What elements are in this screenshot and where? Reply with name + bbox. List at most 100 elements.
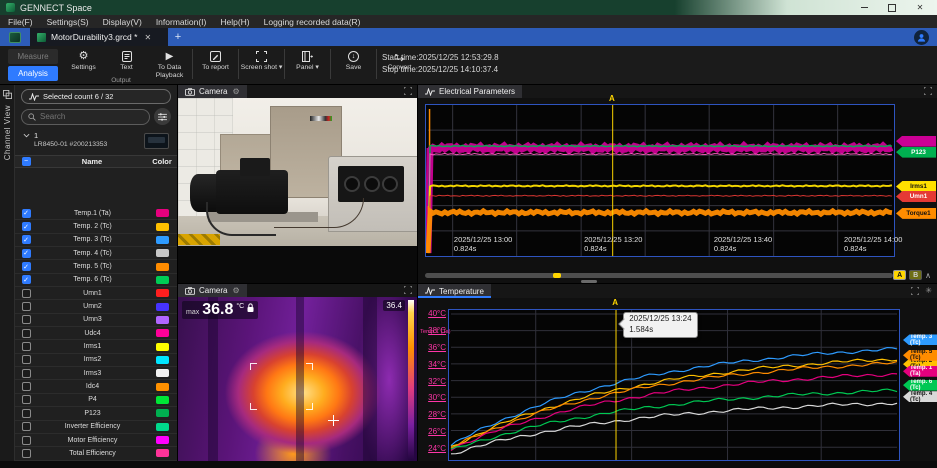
- channel-checkbox[interactable]: ✓: [22, 222, 31, 231]
- channel-color-swatch[interactable]: [156, 289, 169, 297]
- channel-checkbox[interactable]: [22, 422, 31, 431]
- camera-tab[interactable]: Camera ⚙: [178, 85, 247, 98]
- channel-row[interactable]: ✓Temp. 5 (Tc): [15, 260, 177, 273]
- channel-checkbox[interactable]: [22, 302, 31, 311]
- channel-color-swatch[interactable]: [156, 276, 169, 284]
- temperature-tab[interactable]: Temperature: [418, 284, 491, 298]
- channel-row[interactable]: P4: [15, 394, 177, 407]
- channel-color-swatch[interactable]: [156, 436, 169, 444]
- toolbar-button-to-data-playback[interactable]: ▶To Data Playback: [148, 47, 191, 81]
- series-tag-temp-6-tc-[interactable]: Temp. 6 (Tc): [903, 380, 937, 391]
- channel-row[interactable]: Irms3: [15, 367, 177, 380]
- series-tag-P123[interactable]: P123: [896, 147, 936, 158]
- channel-checkbox[interactable]: ✓: [22, 235, 31, 244]
- series-tag-temp-5-tc-[interactable]: Temp. 5 (Tc): [903, 350, 937, 361]
- channel-color-swatch[interactable]: [156, 249, 169, 257]
- menu-item-3[interactable]: Information(I): [156, 17, 207, 27]
- channel-color-swatch[interactable]: [156, 343, 169, 351]
- expand-icon[interactable]: [404, 286, 412, 294]
- channel-checkbox[interactable]: [22, 382, 31, 391]
- search-box[interactable]: [21, 109, 150, 125]
- toolbar-button-text[interactable]: Text: [105, 47, 148, 81]
- channel-color-swatch[interactable]: [156, 329, 169, 337]
- cursor-a-button[interactable]: A: [893, 270, 906, 280]
- minimize-icon[interactable]: [859, 3, 869, 12]
- expand-icon[interactable]: [911, 287, 919, 295]
- channel-checkbox[interactable]: ✓: [22, 262, 31, 271]
- channel-color-swatch[interactable]: [156, 356, 169, 364]
- channel-checkbox[interactable]: [22, 315, 31, 324]
- thermal-camera-tab[interactable]: Camera ⚙: [178, 284, 247, 297]
- channel-row[interactable]: Motor Efficiency: [15, 434, 177, 447]
- channel-row[interactable]: Irms2: [15, 354, 177, 367]
- channel-color-swatch[interactable]: [156, 236, 169, 244]
- channel-checkbox[interactable]: [22, 342, 31, 351]
- menu-item-1[interactable]: Settings(S): [47, 17, 89, 27]
- channel-row[interactable]: ✓Temp. 2 (Tc): [15, 220, 177, 233]
- series-tag-temp-1-ta-[interactable]: Temp. 1 (Ta): [903, 366, 937, 377]
- series-tag-Torque1[interactable]: Torque1: [896, 208, 936, 219]
- home-tab[interactable]: [0, 28, 30, 46]
- channel-color-swatch[interactable]: [156, 369, 169, 377]
- temperature-chart[interactable]: A40°C38°C36°C34°C32°C30°C28°C26°C24°C22°…: [418, 298, 937, 462]
- expand-icon[interactable]: [924, 87, 932, 95]
- channel-checkbox[interactable]: [22, 355, 31, 364]
- channel-row[interactable]: Umn2: [15, 300, 177, 313]
- channel-row[interactable]: Inverter Efficiency: [15, 421, 177, 434]
- channel-checkbox[interactable]: ✓: [22, 209, 31, 218]
- toolbar-button-settings[interactable]: ⚙Settings: [62, 47, 105, 81]
- thermal-settings-gear-icon[interactable]: ⚙: [232, 286, 239, 295]
- menu-item-4[interactable]: Help(H): [220, 17, 249, 27]
- channel-color-swatch[interactable]: [156, 409, 169, 417]
- account-avatar[interactable]: [914, 30, 929, 45]
- channel-checkbox[interactable]: [22, 449, 31, 458]
- channel-checkbox[interactable]: [22, 289, 31, 298]
- channel-row[interactable]: ✓Temp. 3 (Tc): [15, 234, 177, 247]
- menu-item-0[interactable]: File(F): [8, 17, 33, 27]
- channel-color-swatch[interactable]: [156, 223, 169, 231]
- electrical-chart[interactable]: A2025/12/25 13:000.824s2025/12/25 13:200…: [418, 98, 937, 269]
- cursor-a-marker[interactable]: A: [612, 298, 618, 307]
- cursor-a-marker[interactable]: A: [609, 94, 615, 103]
- channel-row[interactable]: ✓Temp.1 (Ta): [15, 207, 177, 220]
- tab-close-icon[interactable]: ✕: [144, 33, 151, 42]
- menu-item-2[interactable]: Display(V): [103, 17, 142, 27]
- camera-settings-gear-icon[interactable]: ⚙: [232, 87, 239, 96]
- channel-color-swatch[interactable]: [156, 449, 169, 457]
- channel-checkbox[interactable]: ✓: [22, 249, 31, 258]
- expand-icon[interactable]: [404, 87, 412, 95]
- new-tab-button[interactable]: +: [168, 28, 188, 46]
- channel-checkbox[interactable]: [22, 369, 31, 378]
- close-icon[interactable]: ✕: [915, 3, 925, 12]
- channel-row[interactable]: P123: [15, 407, 177, 420]
- channel-checkbox[interactable]: ✓: [22, 275, 31, 284]
- selected-count-pill[interactable]: Selected count 6 / 32: [21, 89, 171, 104]
- series-tag-temp-3-tc-[interactable]: Temp. 3 (Tc): [903, 334, 937, 345]
- channel-checkbox[interactable]: [22, 329, 31, 338]
- channel-color-swatch[interactable]: [156, 383, 169, 391]
- channel-row[interactable]: Udc4: [15, 327, 177, 340]
- channel-checkbox[interactable]: [22, 395, 31, 404]
- time-scrollbar[interactable]: [425, 273, 893, 278]
- cursor-b-button[interactable]: B: [909, 270, 922, 280]
- channel-row[interactable]: Irms1: [15, 340, 177, 353]
- toolbar-button-panel-[interactable]: Panel ▾: [286, 47, 329, 81]
- series-tag-unlabeled[interactable]: [896, 136, 936, 147]
- channel-view-rail[interactable]: Channel View: [0, 85, 15, 461]
- maximize-icon[interactable]: [887, 3, 897, 12]
- measure-mode-button[interactable]: Measure: [8, 49, 58, 64]
- series-tag-Irms1[interactable]: Irms1: [896, 181, 936, 192]
- series-tag-temp-4-tc-[interactable]: Temp. 4 (Tc): [903, 391, 937, 402]
- electrical-parameters-tab[interactable]: Electrical Parameters: [418, 85, 522, 98]
- toolbar-button-save[interactable]: ↓Save: [332, 47, 375, 81]
- channel-color-swatch[interactable]: [156, 316, 169, 324]
- toolbar-button-screen-shot-[interactable]: Screen shot ▾: [240, 47, 283, 81]
- channel-row[interactable]: Idc4: [15, 380, 177, 393]
- toolbar-button-to-report[interactable]: To report: [194, 47, 237, 81]
- channel-row[interactable]: ✓Temp. 4 (Tc): [15, 247, 177, 260]
- channel-row[interactable]: Umn1: [15, 287, 177, 300]
- channel-color-swatch[interactable]: [156, 423, 169, 431]
- series-tag-Umn1[interactable]: Umn1: [896, 191, 936, 202]
- collapse-chevron-icon[interactable]: ∧: [925, 271, 931, 280]
- analysis-mode-button[interactable]: Analysis: [8, 66, 58, 81]
